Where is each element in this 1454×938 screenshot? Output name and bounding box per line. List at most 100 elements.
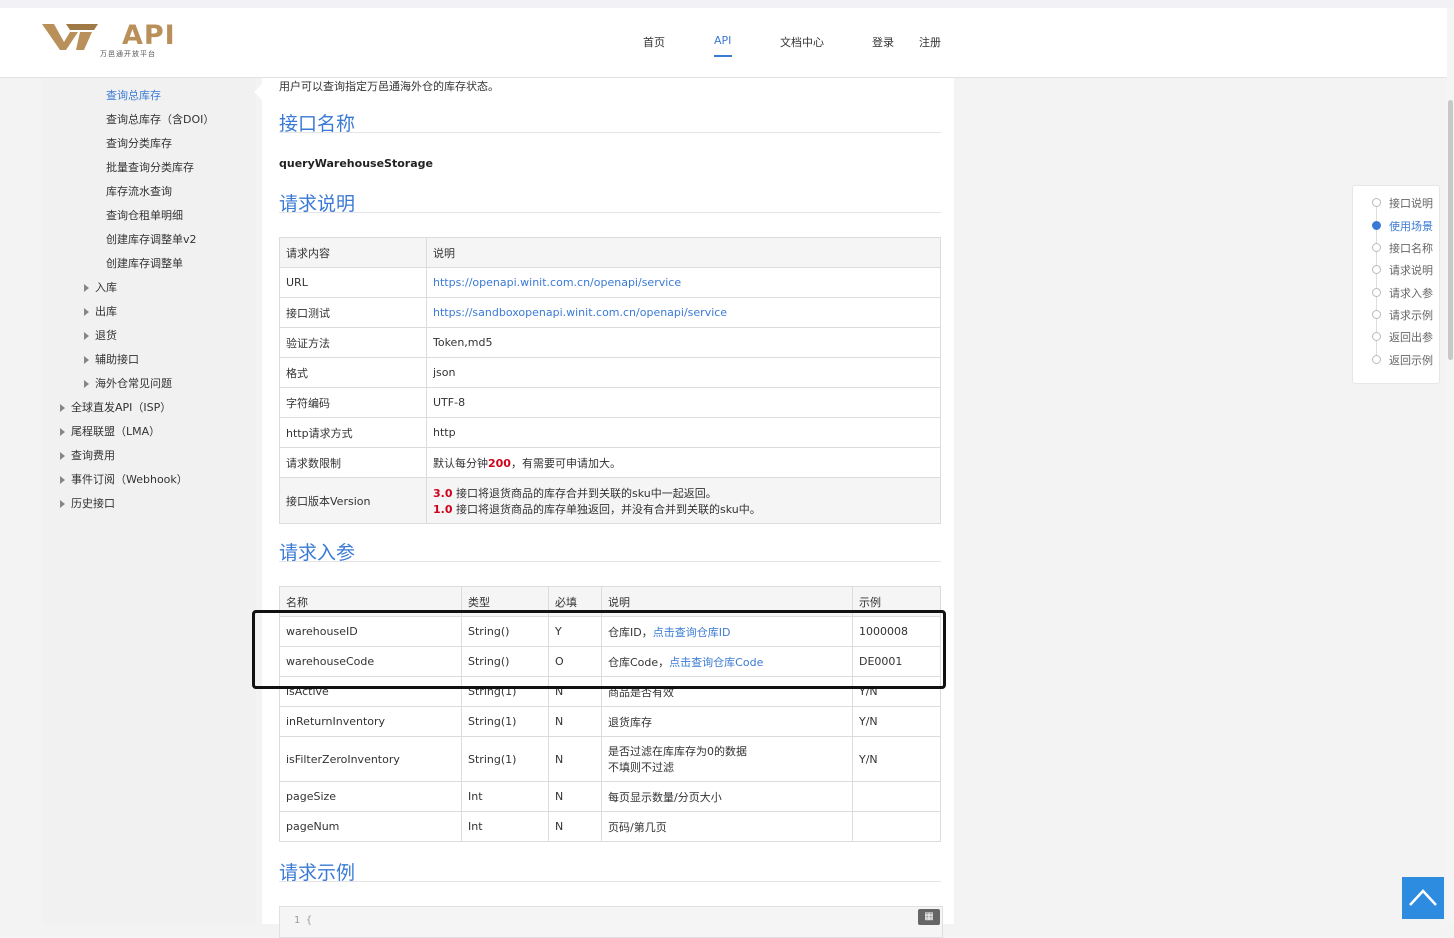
sidebar-item-query-category-stock[interactable]: 查询分类库存: [106, 135, 172, 151]
text: 是否过滤在库库存为0的数据: [608, 745, 747, 758]
section-divider: [279, 881, 941, 882]
url-link[interactable]: https://openapi.winit.com.cn/openapi/ser…: [433, 276, 681, 289]
table-cell: String(): [461, 646, 549, 677]
toc-dot: [1372, 198, 1381, 207]
table-row: isFilterZeroInventory String(1) N 是否过滤在库库存为…: [279, 736, 941, 782]
table-header: 必填: [548, 586, 602, 617]
logo-text: API: [122, 20, 176, 51]
table-cell: inReturnInventory: [279, 706, 462, 737]
toc-item-response-example[interactable]: 返回示例: [1389, 352, 1433, 368]
table-row: warehouseCode String() O 仓库Code，点击查询仓库Code D…: [279, 646, 941, 677]
sidebar-top-isp[interactable]: 全球直发API（ISP）: [60, 399, 171, 415]
sidebar-item-create-adjust[interactable]: 创建库存调整单: [106, 255, 183, 271]
expand-triangle-icon: [60, 404, 65, 412]
sidebar-item-query-total-stock[interactable]: 查询总库存: [106, 87, 161, 103]
table-row: isActive String(1) N 商品是否有效 Y/N: [279, 676, 941, 707]
sidebar-group-inbound[interactable]: 入库: [84, 279, 117, 295]
version-number: 1.0: [433, 502, 453, 516]
nav-home[interactable]: 首页: [643, 34, 665, 50]
toc-item-api-desc[interactable]: 接口说明: [1389, 195, 1433, 211]
sidebar-group-returns[interactable]: 退货: [84, 327, 117, 343]
chevron-up-icon: [1409, 889, 1437, 906]
code-block: 1 { ▦: [279, 906, 943, 938]
table-cell: pageSize: [279, 781, 462, 812]
text: 接口将退货商品的库存合并到关联的sku中一起返回。: [452, 486, 717, 500]
back-to-top-button[interactable]: [1402, 877, 1444, 919]
text: 不填则不过滤: [608, 761, 674, 774]
table-cell: URL: [279, 267, 427, 298]
sidebar-item-batch-category-stock[interactable]: 批量查询分类库存: [106, 159, 194, 175]
intro-text: 用户可以查询指定万邑通海外仓的库存状态。: [279, 80, 499, 93]
sidebar-group-faq[interactable]: 海外仓常见问题: [84, 375, 172, 391]
sidebar-group-outbound[interactable]: 出库: [84, 303, 117, 319]
table-cell: Int: [461, 811, 549, 842]
table-row: pageNum Int N 页码/第几页: [279, 811, 941, 842]
text: ，有需要可申请加大。: [510, 456, 621, 470]
table-header: 示例: [852, 586, 941, 617]
expand-triangle-icon: [84, 380, 89, 388]
table-cell: 接口测试: [279, 297, 427, 328]
nav-active-underline: [714, 55, 732, 57]
table-cell: String(1): [461, 736, 549, 782]
toc-dot: [1372, 243, 1381, 252]
toc-panel: 接口说明 使用场景 接口名称 请求说明 请求入参 请求示例 返回出参 返回示例: [1352, 185, 1440, 384]
toc-item-request-params[interactable]: 请求入参: [1389, 285, 1433, 301]
clipboard-icon: ▦: [924, 911, 934, 922]
table-cell: pageNum: [279, 811, 462, 842]
sidebar-item-create-adjust-v2[interactable]: 创建库存调整单v2: [106, 231, 197, 247]
sidebar-group-label: 退货: [95, 329, 117, 342]
nav-docs[interactable]: 文档中心: [780, 34, 824, 50]
code-line: 1 {: [294, 915, 313, 926]
toc-item-api-name[interactable]: 接口名称: [1389, 240, 1433, 256]
nav-api[interactable]: API: [714, 34, 731, 47]
sandbox-url-link[interactable]: https://sandboxopenapi.winit.com.cn/open…: [433, 306, 727, 319]
sidebar-item-query-total-stock-doi[interactable]: 查询总库存（含DOI）: [106, 111, 214, 127]
scrollbar-thumb[interactable]: [1448, 100, 1453, 360]
toc-item-response-params[interactable]: 返回出参: [1389, 329, 1433, 345]
sidebar-group-label: 海外仓常见问题: [95, 377, 172, 390]
sidebar-top-webhook[interactable]: 事件订阅（Webhook）: [60, 471, 188, 487]
sidebar-top-label: 查询费用: [71, 449, 115, 462]
toc-dot: [1372, 288, 1381, 297]
table-row: warehouseID String() Y 仓库ID，点击查询仓库ID 1000008: [279, 616, 941, 647]
version-number: 3.0: [433, 486, 453, 500]
copy-code-button[interactable]: ▦: [918, 909, 940, 925]
sidebar-group-aux[interactable]: 辅助接口: [84, 351, 139, 367]
sidebar-top-label: 全球直发API（ISP）: [71, 401, 172, 414]
sidebar-top-fees[interactable]: 查询费用: [60, 447, 115, 463]
logo-w-icon: [42, 24, 98, 50]
sidebar-top-legacy[interactable]: 历史接口: [60, 495, 115, 511]
table-cell: http: [426, 417, 941, 448]
sidebar-top-lma[interactable]: 尾程联盟（LMA）: [60, 423, 160, 439]
table-cell: String(1): [461, 676, 549, 707]
sidebar-item-rent-detail[interactable]: 查询仓租单明细: [106, 207, 183, 223]
expand-triangle-icon: [60, 452, 65, 460]
table-row: pageSize Int N 每页显示数量/分页大小: [279, 781, 941, 812]
toc-dot-active: [1372, 221, 1381, 230]
sidebar-top-label: 历史接口: [71, 497, 115, 510]
query-warehouse-id-link[interactable]: 点击查询仓库ID: [653, 626, 731, 639]
expand-triangle-icon: [84, 356, 89, 364]
sidebar-item-stock-flow[interactable]: 库存流水查询: [106, 183, 172, 199]
logo[interactable]: API 万邑通开放平台: [40, 20, 175, 62]
query-warehouse-code-link[interactable]: 点击查询仓库Code: [669, 656, 763, 669]
toc-item-request-example[interactable]: 请求示例: [1389, 307, 1433, 323]
sidebar-group-label: 入库: [95, 281, 117, 294]
section-divider: [279, 212, 941, 213]
table-cell: Token,md5: [426, 327, 941, 358]
table-cell: String(1): [461, 706, 549, 737]
text: 默认每分钟: [433, 456, 488, 470]
nav-login[interactable]: 登录: [872, 34, 894, 50]
table-header: 说明: [426, 237, 941, 268]
nav-register[interactable]: 注册: [919, 34, 941, 50]
table-cell: N: [548, 736, 602, 782]
toc-item-use-case[interactable]: 使用场景: [1389, 218, 1433, 234]
table-cell: N: [548, 676, 602, 707]
toc-item-request-desc[interactable]: 请求说明: [1389, 262, 1433, 278]
table-cell: O: [548, 646, 602, 677]
table-cell: String(): [461, 616, 549, 647]
request-params-table: 名称 类型 必填 说明 示例 warehouseID String() Y 仓库ID，点击查询…: [279, 586, 941, 842]
sidebar: 查询总库存 查询总库存（含DOI） 查询分类库存 批量查询分类库存 库存流水查询…: [42, 78, 256, 924]
toc-dot: [1372, 355, 1381, 364]
text: 仓库Code，: [608, 655, 670, 669]
